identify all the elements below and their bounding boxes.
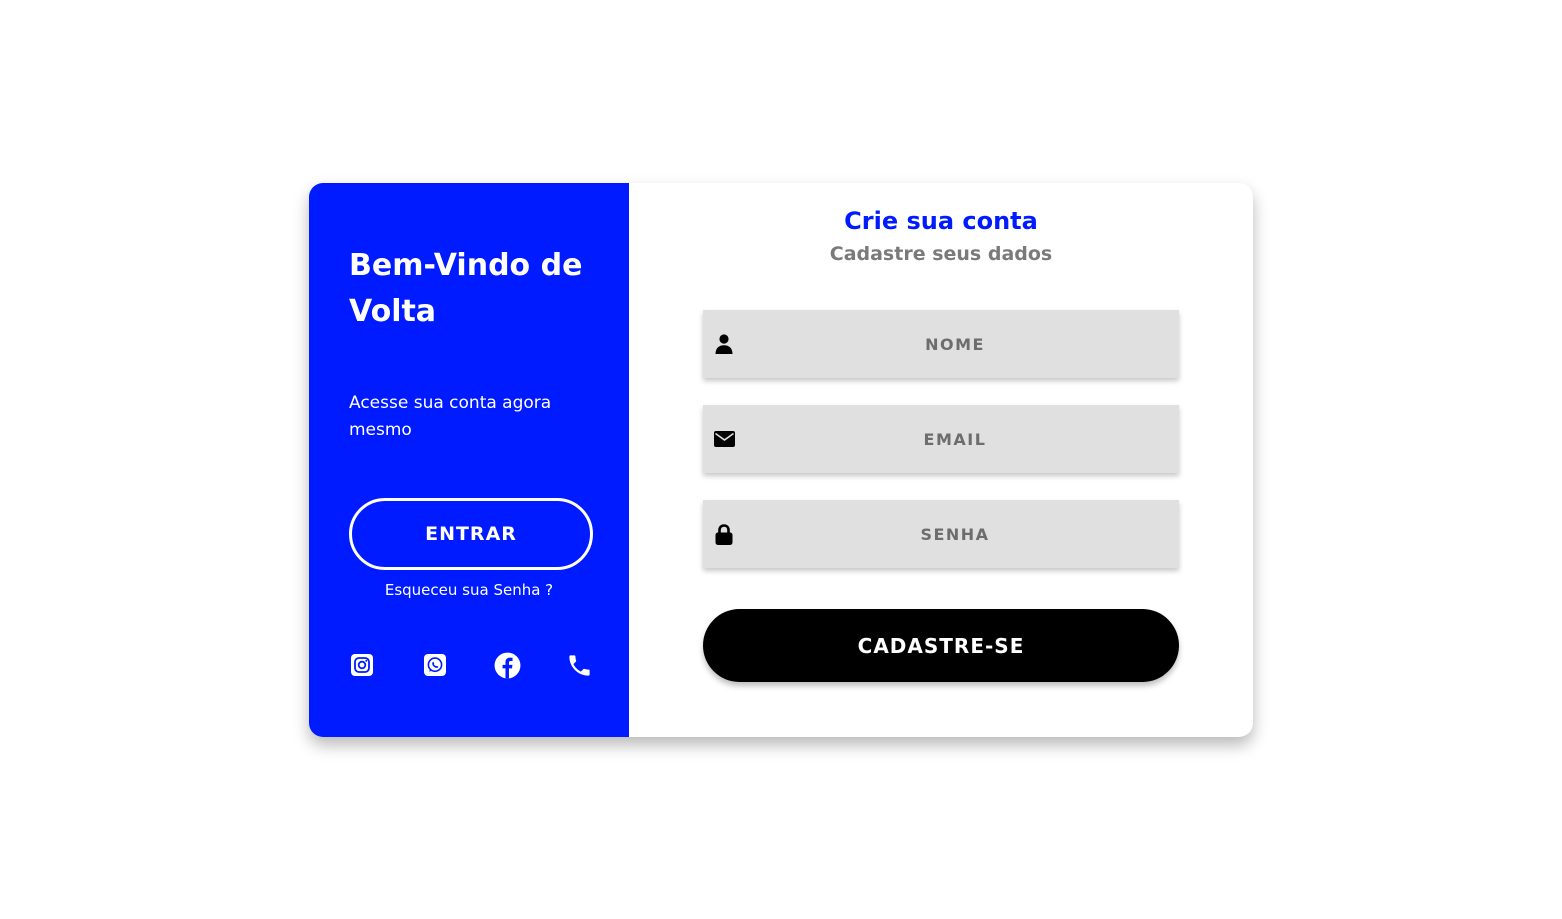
envelope-icon: [713, 405, 735, 473]
name-input[interactable]: [703, 310, 1179, 378]
user-icon: [713, 310, 735, 378]
welcome-title: Bem-Vindo de Volta: [349, 248, 583, 329]
instagram-icon[interactable]: [348, 651, 376, 679]
phone-icon[interactable]: [566, 651, 594, 679]
signup-panel: Crie sua conta Cadastre seus dados NOME …: [629, 183, 1253, 737]
password-field-wrapper: [703, 500, 1179, 568]
social-links: [348, 651, 594, 679]
name-field-wrapper: [703, 310, 1179, 378]
signup-subheading: Cadastre seus dados: [829, 243, 1053, 265]
lock-icon: [713, 500, 735, 568]
email-input[interactable]: [703, 405, 1179, 473]
forgot-password-link[interactable]: Esqueceu sua Senha ?: [309, 581, 629, 599]
signup-button[interactable]: CADASTRE-SE: [703, 609, 1179, 682]
facebook-icon[interactable]: [493, 651, 521, 679]
welcome-panel: Bem-Vindo de Volta Acesse sua conta agor…: [309, 183, 629, 737]
welcome-subtitle: Acesse sua conta agora mesmo: [349, 393, 552, 440]
signup-heading: Crie sua conta: [844, 207, 1038, 235]
whatsapp-icon[interactable]: [421, 651, 449, 679]
enter-button[interactable]: ENTRAR: [349, 498, 593, 570]
email-field-wrapper: [703, 405, 1179, 473]
auth-card: Bem-Vindo de Volta Acesse sua conta agor…: [309, 183, 1253, 737]
password-input[interactable]: [703, 500, 1179, 568]
